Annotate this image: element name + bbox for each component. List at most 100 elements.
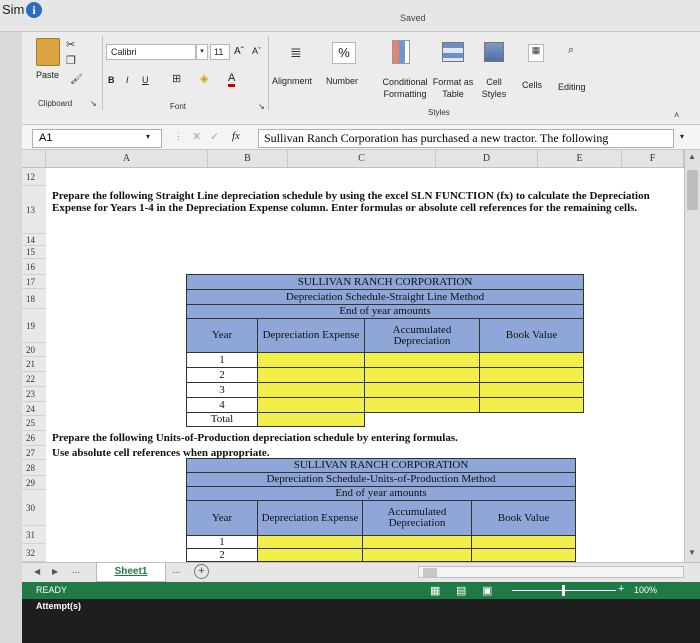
cell-styles-button[interactable]: Cell Styles: [478, 76, 510, 100]
add-sheet-icon[interactable]: +: [194, 564, 209, 579]
table1-header-acc-dep[interactable]: Accumulated Depreciation: [364, 318, 480, 353]
cut-icon[interactable]: ✂: [66, 38, 75, 51]
conditional-formatting-icon[interactable]: [392, 40, 410, 64]
table2-company[interactable]: SULLIVAN RANCH CORPORATION: [186, 458, 576, 473]
format-as-table-button[interactable]: Format as Table: [432, 76, 474, 100]
enter-icon[interactable]: ✓: [210, 130, 219, 143]
row-header[interactable]: 27: [22, 446, 46, 460]
vertical-scroll-thumb[interactable]: [687, 170, 698, 210]
table1-dep-expense-input[interactable]: [257, 382, 365, 398]
table2-book-value-input[interactable]: [471, 548, 576, 562]
name-box[interactable]: A1: [32, 129, 162, 148]
table1-header-book-value[interactable]: Book Value: [479, 318, 584, 353]
expand-formula-icon[interactable]: ▾: [680, 132, 684, 141]
row-header[interactable]: 13: [22, 186, 46, 234]
table1-total-input[interactable]: [257, 412, 365, 427]
vertical-scrollbar[interactable]: ▲ ▼: [684, 150, 700, 562]
column-header-f[interactable]: F: [622, 150, 684, 168]
borders-icon[interactable]: ⊞: [172, 72, 181, 85]
increase-font-icon[interactable]: Aˆ: [234, 46, 244, 57]
table1-header-year[interactable]: Year: [186, 318, 258, 353]
cells-icon[interactable]: ▦: [528, 44, 544, 62]
table1-book-value-input[interactable]: [479, 367, 584, 383]
bold-button[interactable]: B: [108, 75, 115, 85]
column-header-a[interactable]: A: [46, 150, 208, 168]
tab-sheet1[interactable]: Sheet1: [96, 563, 166, 582]
paste-button[interactable]: Paste: [36, 70, 59, 80]
clipboard-launcher-icon[interactable]: ↘: [90, 99, 97, 108]
collapse-ribbon-icon[interactable]: ˄: [674, 110, 679, 120]
row-header[interactable]: 29: [22, 476, 46, 490]
table1-year[interactable]: 4: [186, 397, 258, 413]
scroll-down-icon[interactable]: ▼: [688, 548, 696, 557]
decrease-font-icon[interactable]: Aˇ: [252, 46, 261, 56]
page-break-icon[interactable]: ▣: [482, 584, 492, 597]
table1-year[interactable]: 2: [186, 367, 258, 383]
row-header[interactable]: 21: [22, 357, 46, 372]
tab-prev-icon[interactable]: ◀: [34, 567, 40, 576]
table2-acc-dep-input[interactable]: [362, 535, 472, 549]
table1-book-value-input[interactable]: [479, 397, 584, 413]
row-header[interactable]: 32: [22, 544, 46, 562]
table2-year[interactable]: 2: [186, 548, 258, 562]
row-header[interactable]: 25: [22, 416, 46, 431]
alignment-icon[interactable]: ≣: [290, 44, 302, 61]
table1-header-dep-expense[interactable]: Depreciation Expense: [257, 318, 365, 353]
italic-button[interactable]: I: [126, 75, 129, 85]
info-icon[interactable]: i: [26, 2, 42, 18]
row-header[interactable]: 22: [22, 372, 46, 387]
fill-color-icon[interactable]: ◈: [200, 72, 208, 85]
column-header-d[interactable]: D: [436, 150, 538, 168]
cells-button[interactable]: Cells: [522, 80, 542, 90]
alignment-button[interactable]: Alignment: [272, 76, 312, 86]
horizontal-scrollbar[interactable]: [418, 566, 684, 578]
worksheet-grid[interactable]: A B C D E F 12 13 14 15 16 17 18 19 20 2…: [22, 150, 684, 562]
zoom-slider-thumb[interactable]: [562, 585, 565, 596]
column-header-b[interactable]: B: [208, 150, 288, 168]
table1-dep-expense-input[interactable]: [257, 352, 365, 368]
table2-header-year[interactable]: Year: [186, 500, 258, 536]
table1-acc-dep-input[interactable]: [364, 382, 480, 398]
table1-total-label[interactable]: Total: [186, 412, 258, 427]
formula-input[interactable]: Sullivan Ranch Corporation has purchased…: [258, 129, 674, 148]
row-header[interactable]: 31: [22, 526, 46, 544]
table1-year[interactable]: 1: [186, 352, 258, 368]
font-size-select[interactable]: 11: [210, 44, 230, 60]
font-color-icon[interactable]: A: [228, 73, 236, 87]
table1-period[interactable]: End of year amounts: [186, 304, 584, 319]
table2-year[interactable]: 1: [186, 535, 258, 549]
format-painter-icon[interactable]: 🖌: [70, 74, 83, 85]
tabs-more-right[interactable]: ...: [172, 565, 180, 576]
row-header[interactable]: 30: [22, 490, 46, 526]
font-name-dropdown-icon[interactable]: ▾: [196, 44, 208, 60]
column-header-c[interactable]: C: [288, 150, 436, 168]
zoom-in-icon[interactable]: +: [618, 583, 624, 595]
table2-acc-dep-input[interactable]: [362, 548, 472, 562]
format-as-table-icon[interactable]: [442, 42, 464, 62]
row-header[interactable]: 28: [22, 460, 46, 476]
table2-book-value-input[interactable]: [471, 535, 576, 549]
cancel-icon[interactable]: ✕: [192, 130, 201, 143]
table1-company[interactable]: SULLIVAN RANCH CORPORATION: [186, 274, 584, 290]
row-header[interactable]: 16: [22, 259, 46, 275]
row-header[interactable]: 14: [22, 234, 46, 246]
normal-view-icon[interactable]: ▦: [430, 584, 440, 597]
scroll-up-icon[interactable]: ▲: [688, 152, 696, 161]
table2-header-dep-expense[interactable]: Depreciation Expense: [257, 500, 363, 536]
table2-period[interactable]: End of year amounts: [186, 486, 576, 501]
column-header-e[interactable]: E: [538, 150, 622, 168]
font-launcher-icon[interactable]: ↘: [258, 102, 265, 111]
table1-dep-expense-input[interactable]: [257, 367, 365, 383]
row-header[interactable]: 12: [22, 168, 46, 186]
insert-function-icon[interactable]: fx: [232, 130, 240, 142]
table1-dep-expense-input[interactable]: [257, 397, 365, 413]
table1-subtitle[interactable]: Depreciation Schedule-Straight Line Meth…: [186, 289, 584, 305]
table2-subtitle[interactable]: Depreciation Schedule-Units-of-Productio…: [186, 472, 576, 487]
table2-header-book-value[interactable]: Book Value: [471, 500, 576, 536]
table1-acc-dep-input[interactable]: [364, 367, 480, 383]
row-header[interactable]: 15: [22, 246, 46, 259]
font-name-select[interactable]: Calibri: [106, 44, 196, 60]
tabs-more-left[interactable]: ...: [72, 565, 80, 576]
binoculars-icon[interactable]: ⌕: [568, 44, 574, 57]
table1-acc-dep-input[interactable]: [364, 352, 480, 368]
